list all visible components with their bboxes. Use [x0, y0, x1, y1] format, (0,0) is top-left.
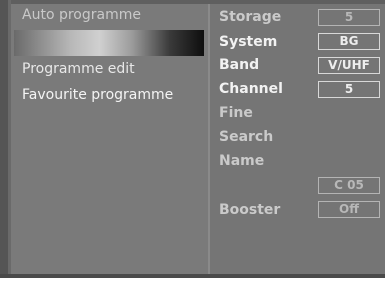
storage-value[interactable]: 5	[318, 9, 380, 26]
panel-divider	[208, 4, 210, 274]
screen-border-left	[0, 0, 8, 278]
menu-item-auto-programme[interactable]: Auto programme	[22, 7, 141, 23]
channel-value[interactable]: 5	[318, 81, 380, 98]
system-value[interactable]: BG	[318, 33, 380, 50]
menu-item-programme-edit[interactable]: Programme edit	[22, 61, 135, 77]
name-label[interactable]: Name	[219, 153, 264, 169]
selection-highlight[interactable]	[14, 30, 204, 56]
search-label[interactable]: Search	[219, 129, 273, 145]
band-value[interactable]: V/UHF	[318, 57, 380, 74]
channel-code-value: C 05	[318, 177, 380, 194]
band-label: Band	[219, 57, 260, 73]
menu-item-favourite-programme[interactable]: Favourite programme	[22, 87, 173, 103]
booster-value[interactable]: Off	[318, 201, 380, 218]
fine-label[interactable]: Fine	[219, 105, 253, 121]
tv-menu-screen: Auto programme Programme edit Favourite …	[0, 0, 385, 278]
screen-border-bottom	[0, 274, 385, 278]
storage-label: Storage	[219, 9, 282, 25]
system-label: System	[219, 34, 278, 50]
booster-label: Booster	[219, 202, 281, 218]
channel-label: Channel	[219, 81, 283, 97]
